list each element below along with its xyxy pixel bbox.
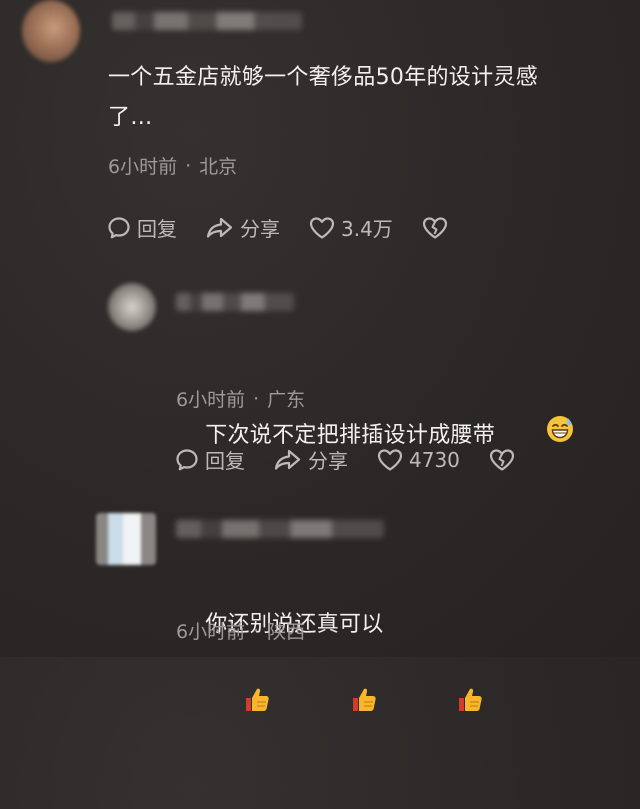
- like-button[interactable]: 3.4万: [308, 213, 393, 242]
- dislike-button[interactable]: [488, 447, 516, 473]
- thumbs-up-emoji-group: [184, 645, 485, 769]
- comment-meta: 6小时前 · 陕西: [176, 617, 305, 644]
- reply-bubble-icon: [106, 215, 132, 241]
- like-count: 3.4万: [341, 217, 393, 241]
- avatar[interactable]: [22, 0, 80, 62]
- share-button[interactable]: 分享: [273, 445, 348, 474]
- heart-icon: [376, 447, 404, 473]
- thumbs-up-emoji-icon: [290, 645, 378, 769]
- like-button[interactable]: 4730: [376, 447, 460, 473]
- comment-meta: 6小时前 · 广东: [176, 385, 305, 412]
- reply-button[interactable]: 回复: [174, 445, 245, 474]
- comment-time: 6小时前: [176, 389, 246, 411]
- broken-heart-icon: [421, 215, 449, 241]
- reply-button[interactable]: 回复: [106, 213, 177, 242]
- share-label: 分享: [240, 217, 280, 241]
- comment-text: 一个五金店就够一个奢侈品50年的设计灵感 了…: [108, 65, 538, 130]
- comment-text: 你还别说还真可以: [176, 565, 616, 809]
- share-arrow-icon: [273, 447, 303, 473]
- reply-label: 回复: [137, 217, 177, 241]
- comment-location: 陕西: [267, 621, 306, 643]
- share-arrow-icon: [205, 215, 235, 241]
- meta-separator: ·: [185, 154, 192, 177]
- meta-separator: ·: [253, 619, 260, 642]
- comment-time: 6小时前: [176, 621, 246, 643]
- comment-meta: 6小时前 · 北京: [108, 152, 237, 179]
- avatar[interactable]: [108, 283, 156, 331]
- heart-icon: [308, 215, 336, 241]
- comment-actions: 回复 分享 4730: [174, 445, 544, 474]
- comment-location: 北京: [199, 156, 238, 178]
- avatar[interactable]: [96, 513, 156, 565]
- like-count: 4730: [409, 447, 460, 472]
- thumbs-up-emoji-icon: [397, 645, 485, 769]
- username-blurred[interactable]: [112, 12, 302, 30]
- share-label: 分享: [308, 449, 348, 473]
- username-blurred[interactable]: [176, 520, 384, 538]
- username-blurred[interactable]: [176, 293, 294, 311]
- broken-heart-icon: [488, 447, 516, 473]
- grinning-sweat-emoji-icon: [501, 374, 575, 498]
- meta-separator: ·: [253, 387, 260, 410]
- reply-bubble-icon: [174, 447, 200, 473]
- comment-location: 广东: [267, 389, 306, 411]
- thumbs-up-emoji-icon: [184, 645, 272, 769]
- comment-text: 下次说不定把排插设计成腰带: [176, 334, 616, 538]
- dislike-button[interactable]: [421, 215, 449, 241]
- comment-actions: 回复 分享 3.4万: [106, 213, 477, 242]
- reply-label: 回复: [205, 449, 245, 473]
- share-button[interactable]: 分享: [205, 213, 280, 242]
- comment-time: 6小时前: [108, 156, 178, 178]
